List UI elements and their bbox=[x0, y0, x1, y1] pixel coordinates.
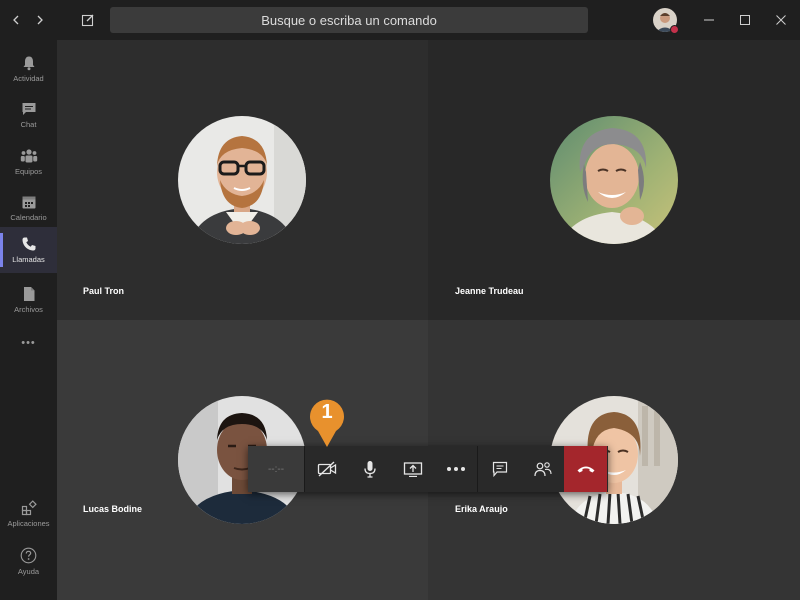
maximize-icon bbox=[740, 15, 750, 25]
rail-item-label: Aplicaciones bbox=[7, 519, 50, 528]
rail-item-label: Ayuda bbox=[17, 566, 40, 576]
participant-photo bbox=[550, 116, 678, 244]
teams-window: Busque o escriba un comando Actividad Ch… bbox=[0, 0, 800, 600]
more-icon: ••• bbox=[21, 337, 36, 349]
rail-item-files[interactable]: Archivos bbox=[0, 277, 57, 323]
participant-photo bbox=[178, 116, 306, 244]
phone-icon bbox=[22, 237, 35, 251]
callout-number: 1 bbox=[321, 401, 333, 423]
back-button[interactable] bbox=[6, 10, 26, 30]
apps-icon bbox=[21, 500, 37, 516]
search-input[interactable]: Busque o escriba un comando bbox=[110, 7, 588, 33]
rail-item-label: Chat bbox=[20, 120, 37, 129]
rail-item-calendar[interactable]: Calendario bbox=[0, 185, 57, 231]
chevron-left-icon bbox=[13, 15, 19, 25]
share-screen-icon bbox=[403, 462, 422, 477]
rail-item-apps[interactable]: Aplicaciones bbox=[0, 491, 57, 537]
show-participants-button[interactable] bbox=[521, 446, 564, 492]
participant-name: Erika Araujo bbox=[455, 504, 508, 514]
minimize-button[interactable] bbox=[699, 10, 719, 30]
compose-icon bbox=[81, 14, 94, 27]
rail-item-chat[interactable]: Chat bbox=[0, 92, 57, 138]
call-timer: --:-- bbox=[248, 446, 304, 492]
participant-name: Lucas Bodine bbox=[83, 504, 143, 514]
camera-off-icon bbox=[317, 461, 336, 477]
rail-item-label: Calendario bbox=[10, 213, 47, 222]
hang-up-icon bbox=[577, 466, 594, 473]
teams-icon bbox=[20, 149, 37, 163]
rail-item-activity[interactable]: Actividad bbox=[0, 46, 57, 92]
share-screen-button[interactable] bbox=[391, 446, 434, 492]
rail-item-help[interactable]: Ayuda bbox=[0, 538, 57, 584]
call-timer-text: --:-- bbox=[267, 463, 285, 475]
bell-icon bbox=[23, 56, 34, 71]
chat-icon bbox=[22, 103, 35, 115]
rail-item-label: Equipos bbox=[14, 167, 43, 176]
active-indicator bbox=[0, 233, 3, 267]
show-conversation-button[interactable] bbox=[478, 446, 521, 492]
step-callout-marker: 1 bbox=[308, 398, 346, 448]
call-stage: Paul Tron Jeanne Trudeau Lucas Bodine Er… bbox=[57, 40, 800, 600]
participant-name: Paul Tron bbox=[83, 286, 125, 296]
participant-avatar bbox=[178, 116, 306, 244]
participant-avatar bbox=[550, 116, 678, 244]
rail-item-calls[interactable]: Llamadas bbox=[0, 227, 57, 273]
forward-button[interactable] bbox=[30, 10, 50, 30]
participant-name: Jeanne Trudeau bbox=[455, 286, 524, 296]
participant-tile[interactable]: Jeanne Trudeau bbox=[428, 40, 800, 320]
hang-up-button[interactable] bbox=[564, 446, 607, 492]
rail-item-label: Actividad bbox=[13, 74, 44, 83]
rail-item-label: Archivos bbox=[14, 305, 43, 314]
rail-more-button[interactable]: ••• bbox=[0, 320, 57, 366]
chevron-right-icon bbox=[37, 15, 43, 25]
microphone-icon bbox=[363, 461, 376, 478]
mic-toggle-button[interactable] bbox=[348, 446, 391, 492]
file-icon bbox=[23, 287, 34, 301]
help-icon bbox=[20, 547, 37, 563]
conversation-icon bbox=[492, 461, 507, 477]
more-actions-button[interactable] bbox=[434, 446, 477, 492]
title-bar: Busque o escriba un comando bbox=[0, 0, 800, 40]
close-button[interactable] bbox=[771, 10, 791, 30]
minimize-icon bbox=[704, 19, 714, 21]
rail-item-teams[interactable]: Equipos bbox=[0, 139, 57, 185]
call-controls-bar: --:-- bbox=[248, 446, 608, 492]
rail-item-label: Llamadas bbox=[12, 255, 45, 264]
participant-tile[interactable]: Paul Tron bbox=[57, 40, 428, 320]
participants-icon bbox=[533, 462, 552, 477]
new-chat-button[interactable] bbox=[78, 10, 98, 30]
more-icon bbox=[446, 467, 465, 471]
calendar-icon bbox=[22, 196, 35, 209]
search-placeholder: Busque o escriba un comando bbox=[261, 12, 437, 28]
close-icon bbox=[776, 15, 786, 25]
status-busy-dot bbox=[670, 25, 679, 34]
camera-toggle-button[interactable] bbox=[305, 446, 348, 492]
app-rail: Actividad Chat Equipos Calendario Llamad… bbox=[0, 40, 57, 600]
maximize-button[interactable] bbox=[735, 10, 755, 30]
